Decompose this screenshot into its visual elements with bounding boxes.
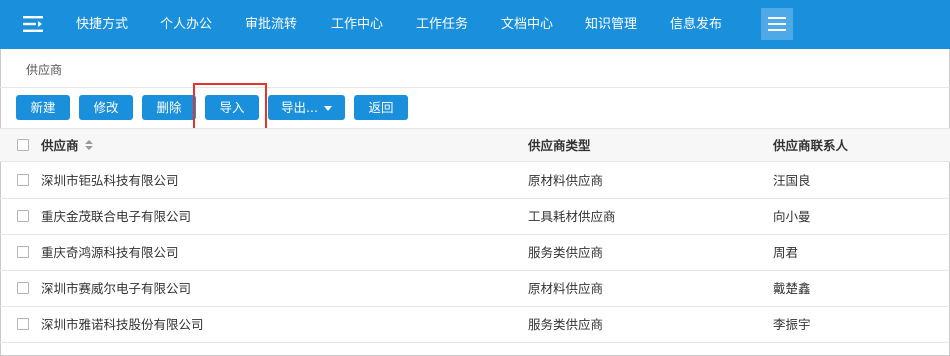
column-header-supplier-type[interactable]: 供应商类型 bbox=[528, 129, 591, 163]
row-checkbox[interactable] bbox=[17, 318, 29, 330]
cell-supplier: 深圳市赛威尔电子有限公司 bbox=[41, 281, 192, 296]
nav-item-personal-office[interactable]: 个人办公 bbox=[160, 0, 212, 49]
import-button[interactable]: 导入 bbox=[205, 95, 259, 120]
cell-supplier-type: 服务类供应商 bbox=[528, 317, 604, 332]
row-checkbox[interactable] bbox=[17, 246, 29, 258]
table-row[interactable]: 深圳市雅诺科技股份有限公司 服务类供应商 李振宇 bbox=[0, 307, 950, 343]
cell-supplier: 重庆金茂联合电子有限公司 bbox=[41, 209, 192, 224]
cell-supplier-type: 工具耗材供应商 bbox=[528, 209, 616, 224]
menu-lines-icon[interactable] bbox=[23, 14, 43, 34]
cell-supplier: 重庆奇鸿源科技有限公司 bbox=[41, 245, 179, 260]
table-row[interactable]: 重庆奇鸿源科技有限公司 服务类供应商 周君 bbox=[0, 235, 950, 271]
delete-button[interactable]: 删除 bbox=[142, 95, 196, 120]
nav-item-knowledge-management[interactable]: 知识管理 bbox=[585, 0, 637, 49]
new-button[interactable]: 新建 bbox=[16, 95, 70, 120]
table-header: 供应商 供应商类型 供应商联系人 bbox=[0, 128, 950, 162]
back-button[interactable]: 返回 bbox=[354, 95, 408, 120]
row-checkbox[interactable] bbox=[17, 210, 29, 222]
caret-down-icon bbox=[323, 106, 332, 111]
nav-item-work-tasks[interactable]: 工作任务 bbox=[416, 0, 468, 49]
cell-supplier: 深圳市雅诺科技股份有限公司 bbox=[41, 317, 204, 332]
divider bbox=[0, 87, 950, 88]
cell-contact: 周君 bbox=[773, 245, 799, 260]
nav-item-document-center[interactable]: 文档中心 bbox=[501, 0, 553, 49]
table-row[interactable]: 深圳市钜弘科技有限公司 原材料供应商 汪国良 bbox=[0, 163, 950, 199]
breadcrumb: 供应商 bbox=[26, 63, 63, 77]
cell-supplier: 深圳市钜弘科技有限公司 bbox=[41, 173, 179, 188]
hamburger-icon[interactable] bbox=[761, 8, 793, 40]
cell-contact: 戴楚鑫 bbox=[773, 281, 811, 296]
nav-item-approval-flow[interactable]: 审批流转 bbox=[245, 0, 297, 49]
export-button-label: 导出... bbox=[281, 100, 318, 115]
cell-supplier-type: 原材料供应商 bbox=[528, 281, 604, 296]
sort-icon[interactable] bbox=[84, 140, 94, 151]
table-row[interactable]: 重庆金茂联合电子有限公司 工具耗材供应商 向小曼 bbox=[0, 199, 950, 235]
select-all-checkbox[interactable] bbox=[17, 139, 29, 151]
cell-contact: 李振宇 bbox=[773, 317, 811, 332]
nav-item-info-publish[interactable]: 信息发布 bbox=[670, 0, 722, 49]
cell-contact: 向小曼 bbox=[773, 209, 811, 224]
column-header-supplier-contact[interactable]: 供应商联系人 bbox=[773, 129, 848, 163]
row-checkbox[interactable] bbox=[17, 282, 29, 294]
table-row[interactable]: 深圳市赛威尔电子有限公司 原材料供应商 戴楚鑫 bbox=[0, 271, 950, 307]
nav-item-work-center[interactable]: 工作中心 bbox=[331, 0, 383, 49]
cell-supplier-type: 服务类供应商 bbox=[528, 245, 604, 260]
column-header-label: 供应商 bbox=[41, 138, 79, 153]
top-nav: 快捷方式 个人办公 审批流转 工作中心 工作任务 文档中心 知识管理 信息发布 bbox=[0, 0, 950, 49]
cell-contact: 汪国良 bbox=[773, 173, 811, 188]
export-dropdown-button[interactable]: 导出... bbox=[268, 95, 345, 120]
column-header-supplier[interactable]: 供应商 bbox=[41, 129, 94, 163]
cell-supplier-type: 原材料供应商 bbox=[528, 173, 604, 188]
row-checkbox[interactable] bbox=[17, 174, 29, 186]
edit-button[interactable]: 修改 bbox=[79, 95, 133, 120]
nav-item-shortcuts[interactable]: 快捷方式 bbox=[76, 0, 128, 49]
